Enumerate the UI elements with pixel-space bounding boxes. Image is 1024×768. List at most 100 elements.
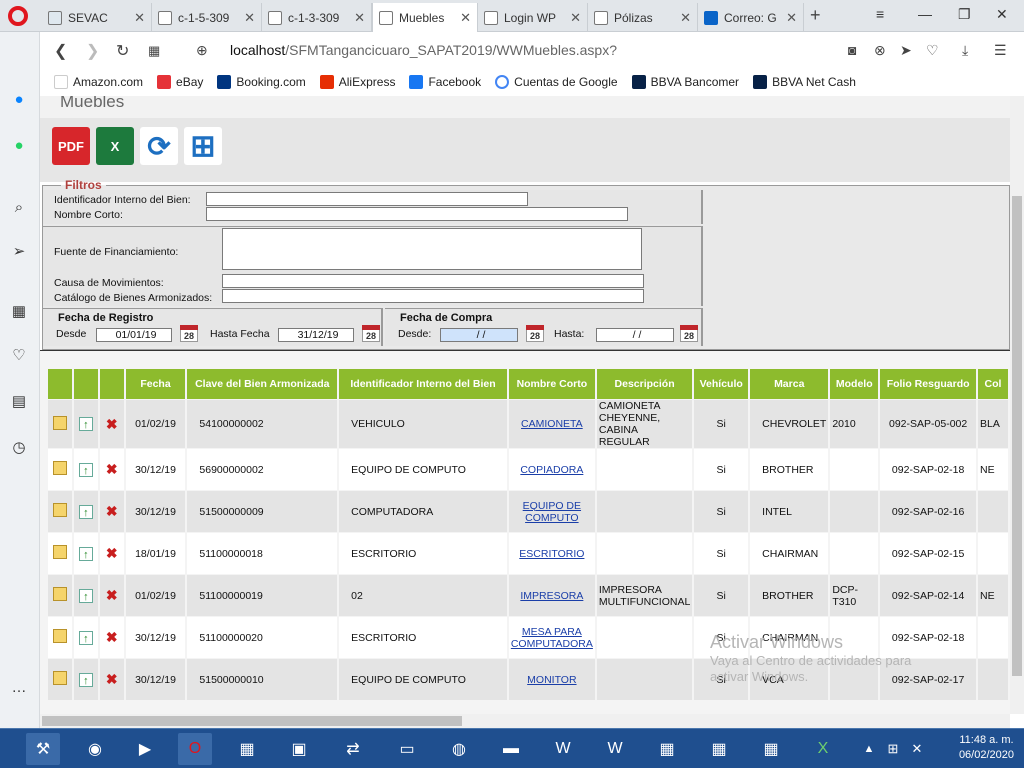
scrollbar-thumb[interactable] (42, 716, 462, 726)
col-header-folio[interactable]: Folio Resguardo (880, 369, 977, 399)
close-tab-icon[interactable]: ✕ (354, 10, 365, 26)
col-header-vehiculo[interactable]: Vehículo (694, 369, 749, 399)
bookmark-facebook[interactable]: Facebook (409, 75, 481, 89)
close-tab-icon[interactable]: ✕ (460, 10, 471, 26)
download-icon[interactable]: ⤓ (962, 42, 968, 59)
col-header-marca[interactable]: Marca (750, 369, 829, 399)
col-header-clave[interactable]: Clave del Bien Armonizada (187, 369, 338, 399)
send-icon[interactable]: ➤ (900, 42, 912, 59)
tab-menu-icon[interactable]: ≡ (876, 6, 884, 22)
back-icon[interactable]: ❮ (54, 41, 67, 61)
nombre-link[interactable]: EQUIPO DE COMPUTO (523, 500, 581, 524)
new-tab-button[interactable]: + (810, 5, 821, 26)
scrollbar-thumb[interactable] (1012, 196, 1022, 676)
nombre-input[interactable] (206, 207, 628, 221)
excel-icon[interactable]: X (806, 733, 840, 765)
easy-setup-icon[interactable]: ☰ (994, 42, 1007, 59)
col-header-nombre[interactable]: Nombre Corto (508, 369, 595, 399)
folder-icon[interactable]: ▬ (494, 733, 528, 765)
tab-c-1-3-309[interactable]: c-1-3-309 ✕ (262, 3, 372, 32)
opera-icon[interactable]: O (178, 733, 212, 765)
calendar-icon[interactable]: 28 (362, 325, 380, 342)
upload-icon[interactable]: ↑ (78, 417, 93, 431)
news-icon[interactable]: ▤ (8, 390, 30, 412)
send-icon[interactable]: ➢ (8, 240, 30, 262)
delete-icon[interactable]: ✖ (105, 462, 119, 476)
heart-icon[interactable]: ♡ (926, 42, 939, 59)
calculator-icon[interactable]: ▦ (230, 733, 264, 765)
system-clock[interactable]: 11:48 a. m. 06/02/2020 (959, 733, 1014, 763)
network-drive-icon[interactable]: ▣ (282, 733, 316, 765)
open-folder-icon[interactable] (52, 503, 67, 517)
causa-input[interactable] (222, 274, 644, 288)
tab-correo[interactable]: Correo: G ✕ (698, 3, 804, 32)
open-folder-icon[interactable] (52, 415, 67, 430)
delete-icon[interactable]: ✖ (105, 504, 119, 518)
vertical-scrollbar[interactable] (1010, 96, 1024, 714)
close-tab-icon[interactable]: ✕ (680, 10, 691, 26)
calendar-icon[interactable]: 28 (526, 325, 544, 342)
open-folder-icon[interactable] (52, 671, 67, 685)
close-tab-icon[interactable]: ✕ (786, 10, 797, 26)
tab-polizas[interactable]: Pólizas ✕ (588, 3, 698, 32)
compra-desde-input[interactable]: / / (440, 328, 518, 342)
col-header-col[interactable]: Col (978, 369, 1008, 399)
tab-c-1-5-309[interactable]: c-1-5-309 ✕ (152, 3, 262, 32)
pdf-export-button[interactable]: PDF (52, 127, 90, 165)
open-folder-icon[interactable] (52, 461, 67, 475)
search-icon[interactable]: ⌕ (8, 196, 30, 218)
bookmark-ebay[interactable]: eBay (157, 75, 203, 89)
compra-hasta-input[interactable]: / / (596, 328, 674, 342)
col-header-ident[interactable]: Identificador Interno del Bien (339, 369, 507, 399)
upload-icon[interactable]: ↑ (78, 672, 93, 687)
open-folder-icon[interactable] (52, 545, 67, 559)
close-window-button[interactable]: ✕ (996, 6, 1008, 23)
calculator-icon[interactable]: ▦ (650, 733, 684, 765)
calendar-icon[interactable]: 28 (180, 325, 198, 342)
upload-icon[interactable]: ↑ (78, 630, 93, 645)
forward-icon[interactable]: ❯ (86, 41, 99, 61)
more-icon[interactable]: … (8, 676, 30, 698)
nombre-link[interactable]: ESCRITORIO (519, 548, 584, 560)
monitor-icon[interactable]: ▭ (390, 733, 424, 765)
delete-icon[interactable]: ✖ (105, 417, 119, 431)
tab-login-wp[interactable]: Login WP ✕ (478, 3, 588, 32)
chrome-icon[interactable]: ◉ (78, 733, 112, 765)
delete-icon[interactable]: ✖ (105, 588, 119, 602)
hasta-input[interactable]: 31/12/19 (278, 328, 354, 342)
open-folder-icon[interactable] (52, 587, 67, 601)
col-header-descripcion[interactable]: Descripción (596, 369, 693, 399)
history-icon[interactable]: ◷ (8, 436, 30, 458)
excel-export-button[interactable]: X (96, 127, 134, 165)
speaker-muted-icon[interactable]: ✕ (900, 733, 934, 765)
bookmark-bbva-net-cash[interactable]: BBVA Net Cash (753, 75, 856, 89)
catalogo-input[interactable] (222, 289, 644, 303)
refresh-icon[interactable]: ⟳ (140, 127, 178, 165)
word-icon[interactable]: W (546, 733, 580, 765)
delete-icon[interactable]: ✖ (105, 630, 119, 644)
bookmarks-heart-icon[interactable]: ♡ (8, 344, 30, 366)
site-info-icon[interactable]: ⊕ (196, 42, 208, 59)
open-folder-icon[interactable] (52, 629, 67, 643)
speed-dial-icon[interactable]: ▦ (148, 43, 160, 59)
opera-menu-icon[interactable] (8, 6, 28, 26)
delete-icon[interactable]: ✖ (105, 672, 119, 686)
bookmark-amazon[interactable]: Amazon.com (54, 75, 143, 89)
tools-icon[interactable]: ⚒ (26, 733, 60, 765)
delete-icon[interactable]: ✖ (105, 546, 119, 560)
globe-icon[interactable]: ◍ (442, 733, 476, 765)
tab-sevac[interactable]: SEVAC ✕ (42, 3, 152, 32)
calculator-icon[interactable]: ▦ (754, 733, 788, 765)
id-input[interactable] (206, 192, 528, 206)
bookmark-google[interactable]: Cuentas de Google (495, 75, 618, 89)
horizontal-scrollbar[interactable] (40, 714, 1010, 728)
nombre-link[interactable]: COPIADORA (520, 464, 583, 476)
close-tab-icon[interactable]: ✕ (244, 10, 255, 26)
maximize-button[interactable]: ❐ (958, 6, 971, 23)
bookmark-bbva-bancomer[interactable]: BBVA Bancomer (631, 75, 739, 89)
tab-muebles[interactable]: Muebles ✕ (372, 3, 478, 33)
bookmark-aliexpress[interactable]: AliExpress (319, 75, 395, 89)
add-document-icon[interactable]: ⊞ (184, 127, 222, 165)
speed-dial-icon[interactable]: ▦ (8, 300, 30, 322)
powershell-icon[interactable]: ▶ (128, 733, 162, 765)
